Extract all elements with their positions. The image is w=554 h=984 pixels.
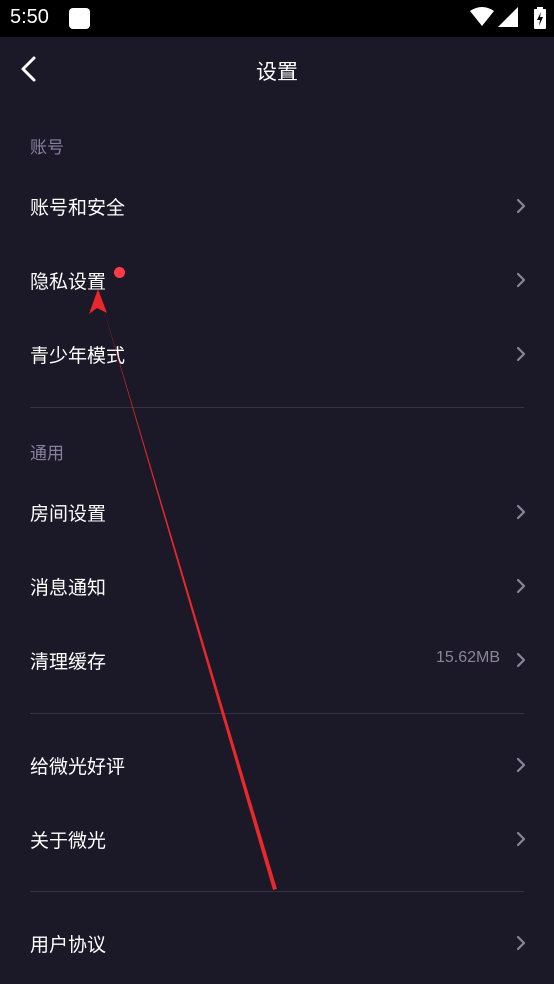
settings-item-about[interactable]: 关于微光 [0,804,554,876]
section-header-general: 通用 [30,444,64,464]
settings-item-label: 用户协议 [30,934,107,956]
section-divider [30,713,524,714]
settings-item-label: 青少年模式 [30,345,126,367]
red-dot-badge [114,267,125,278]
settings-item-label: 给微光好评 [30,756,126,778]
chevron-right-icon [516,198,526,214]
battery-charging-icon [534,7,546,29]
status-time: 5:50 [10,6,49,28]
settings-item-rate-app[interactable]: 给微光好评 [0,730,554,802]
cache-size-value: 15.62MB [435,649,500,666]
settings-item-notifications[interactable]: 消息通知 [0,551,554,623]
signal-icon [498,7,518,27]
settings-item-label: 消息通知 [30,577,107,599]
settings-item-room-settings[interactable]: 房间设置 [0,477,554,549]
section-divider [30,407,524,408]
settings-item-label: 关于微光 [30,830,107,852]
settings-item-label: 清理缓存 [30,651,107,673]
chevron-right-icon [516,272,526,288]
chevron-right-icon [516,504,526,520]
chevron-right-icon [516,831,526,847]
wifi-icon [470,7,494,26]
app-notification-icon [69,8,90,29]
header-bar: 设置 [0,37,554,103]
settings-item-clear-cache[interactable]: 清理缓存 15.62MB [0,625,554,697]
settings-item-teen-mode[interactable]: 青少年模式 [0,319,554,391]
page-title: 设置 [256,60,298,84]
chevron-right-icon [516,935,526,951]
chevron-right-icon [516,578,526,594]
settings-item-user-agreement[interactable]: 用户协议 [0,908,554,980]
chevron-right-icon [516,652,526,668]
settings-item-privacy[interactable]: 隐私设置 [0,245,554,317]
status-bar: 5:50 [0,0,554,37]
settings-item-account-security[interactable]: 账号和安全 [0,171,554,243]
chevron-right-icon [516,757,526,773]
section-divider [30,891,524,892]
chevron-right-icon [516,346,526,362]
section-header-account: 账号 [30,138,64,158]
settings-item-label: 账号和安全 [30,197,126,219]
settings-item-label: 隐私设置 [30,271,107,293]
settings-item-label: 房间设置 [30,503,107,525]
